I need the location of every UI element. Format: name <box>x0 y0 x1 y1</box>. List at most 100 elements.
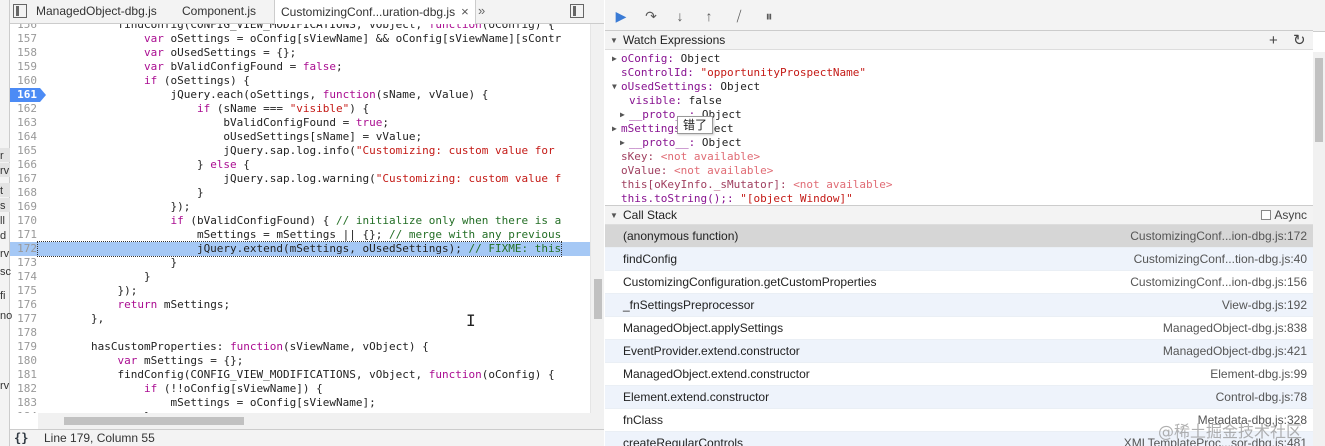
scrollbar-thumb[interactable] <box>594 279 602 319</box>
line-number[interactable]: 175 <box>10 284 37 298</box>
code-line[interactable]: 173 } <box>10 256 590 270</box>
watch-expression[interactable]: ▶ oConfig: Object <box>612 52 720 66</box>
code-line[interactable]: 176 return mSettings; <box>10 298 590 312</box>
watch-expression[interactable]: sControlId: "opportunityProspectName" <box>621 66 866 80</box>
call-frame[interactable]: _fnSettingsPreprocessor View-dbg.js:192 <box>605 294 1313 317</box>
line-number[interactable]: 167 <box>10 172 37 186</box>
step-over-icon[interactable]: ↷ <box>643 8 659 24</box>
pretty-print-button[interactable]: {} <box>14 430 28 446</box>
step-into-icon[interactable]: ↓ <box>672 8 688 24</box>
line-number[interactable]: 159 <box>10 60 37 74</box>
collapsed-triangle-icon[interactable]: ▶ <box>612 122 617 136</box>
code-line[interactable]: 164 oUsedSettings[sName] = vValue; <box>10 130 590 144</box>
code-line[interactable]: 160 if (oSettings) { <box>10 74 590 88</box>
line-number[interactable]: 160 <box>10 74 37 88</box>
line-number[interactable]: 179 <box>10 340 37 354</box>
tab-managedobject[interactable]: ManagedObject-dbg.js <box>30 0 163 24</box>
collapsed-triangle-icon[interactable]: ▶ <box>612 52 617 66</box>
editor-horizontal-scrollbar[interactable] <box>38 413 604 429</box>
toggle-debugger-icon[interactable] <box>570 4 584 18</box>
line-number[interactable]: 163 <box>10 116 37 130</box>
code-line[interactable]: 174 } <box>10 270 590 284</box>
watch-expression[interactable]: ▶ __proto__: Object <box>620 136 742 150</box>
collapse-triangle-icon[interactable]: ▼ <box>610 31 618 50</box>
line-number[interactable]: 178 <box>10 326 37 340</box>
call-frame[interactable]: ManagedObject.applySettings ManagedObject… <box>605 317 1313 340</box>
code-line[interactable]: 178 <box>10 326 590 340</box>
call-frame[interactable]: ManagedObject.extend.constructor Element-… <box>605 363 1313 386</box>
code-line[interactable]: 182 if (!!oConfig[sViewName]) { <box>10 382 590 396</box>
resume-icon[interactable]: ▶ <box>613 8 629 24</box>
code-line[interactable]: 161 jQuery.each(oSettings, function(sNam… <box>10 88 590 102</box>
code-line[interactable]: 171 mSettings = mSettings || {}; // merg… <box>10 228 590 242</box>
code-line[interactable]: 158 var oUsedSettings = {}; <box>10 46 590 60</box>
watch-expression[interactable]: ▼ oUsedSettings: Object <box>612 80 760 94</box>
line-number[interactable]: 165 <box>10 144 37 158</box>
scrollbar-thumb[interactable] <box>64 417 244 425</box>
call-frame[interactable]: Element.extend.constructor Control-dbg.js… <box>605 386 1313 409</box>
watch-expression[interactable]: this.toString();: "[object Window]" <box>621 192 853 204</box>
call-frame[interactable]: findConfig CustomizingConf...tion-dbg.js:… <box>605 248 1313 271</box>
line-number[interactable]: 184 <box>10 410 37 413</box>
code-line[interactable]: 181 findConfig(CONFIG_VIEW_MODIFICATIONS… <box>10 368 590 382</box>
expanded-triangle-icon[interactable]: ▼ <box>612 80 617 94</box>
code-line[interactable]: 166 } else { <box>10 158 590 172</box>
line-number[interactable]: 171 <box>10 228 37 242</box>
watch-expression[interactable]: visible: false <box>629 94 722 108</box>
line-number[interactable]: 176 <box>10 298 37 312</box>
code-line[interactable]: 162 if (sName === "visible") { <box>10 102 590 116</box>
code-line[interactable]: 177 }, <box>10 312 590 326</box>
sidebar-vertical-scrollbar[interactable] <box>1313 52 1325 446</box>
code-line[interactable]: 169 }); <box>10 200 590 214</box>
code-line[interactable]: 163 bValidConfigFound = true; <box>10 116 590 130</box>
checkbox-icon[interactable] <box>1261 210 1272 220</box>
frame-location-link[interactable]: Control-dbg.js:78 <box>1216 386 1307 409</box>
code-line[interactable]: 157 var oSettings = oConfig[sViewName] &… <box>10 32 590 46</box>
frame-location-link[interactable]: Element-dbg.js:99 <box>1210 363 1307 386</box>
code-line[interactable]: 179 hasCustomProperties: function(sViewN… <box>10 340 590 354</box>
step-out-icon[interactable]: ↑ <box>701 8 717 24</box>
watch-expression[interactable]: oValue: <not available> <box>621 164 773 178</box>
code-line[interactable]: 167 jQuery.sap.log.warning("Customizing:… <box>10 172 590 186</box>
add-expression-icon[interactable]: + <box>1269 31 1278 50</box>
line-number[interactable]: 168 <box>10 186 37 200</box>
more-tabs-button[interactable]: » <box>478 0 485 24</box>
deactivate-breakpoints-icon[interactable]: ⧸ <box>731 8 747 24</box>
line-number[interactable]: 172 <box>10 242 37 256</box>
tab-component[interactable]: Component.js <box>176 0 262 24</box>
line-number[interactable]: 164 <box>10 130 37 144</box>
current-execution-line[interactable]: 172 jQuery.extend(mSettings, oUsedSettin… <box>10 241 590 257</box>
pause-on-exceptions-icon[interactable]: ⏸ <box>761 8 777 24</box>
call-stack-header[interactable]: ▼ Call Stack Async <box>605 205 1313 225</box>
line-number[interactable]: 173 <box>10 256 37 270</box>
frame-location-link[interactable]: View-dbg.js:192 <box>1222 294 1307 317</box>
frame-location-link[interactable]: CustomizingConf...tion-dbg.js:40 <box>1134 248 1307 271</box>
collapsed-triangle-icon[interactable]: ▶ <box>620 108 625 122</box>
line-number[interactable]: 182 <box>10 382 37 396</box>
code-line[interactable]: 159 var bValidConfigFound = false; <box>10 60 590 74</box>
tab-customizing-configuration[interactable]: CustomizingConf...uration-dbg.js × <box>274 0 476 25</box>
code-line[interactable]: 170 if (bValidConfigFound) { // initiali… <box>10 214 590 228</box>
collapse-triangle-icon[interactable]: ▼ <box>610 206 618 225</box>
line-number[interactable]: 170 <box>10 214 37 228</box>
call-frame[interactable]: CustomizingConfiguration.getCustomProper… <box>605 271 1313 294</box>
line-number[interactable]: 180 <box>10 354 37 368</box>
close-tab-icon[interactable]: × <box>461 4 469 19</box>
scrollbar-thumb[interactable] <box>1315 58 1323 142</box>
line-number[interactable]: 166 <box>10 158 37 172</box>
refresh-icon[interactable]: ↻ <box>1293 31 1306 50</box>
frame-location-link[interactable]: ManagedObject-dbg.js:421 <box>1163 340 1307 363</box>
frame-location-link[interactable]: ManagedObject-dbg.js:838 <box>1163 317 1307 340</box>
code-line[interactable]: 180 var mSettings = {}; <box>10 354 590 368</box>
code-line[interactable]: 175 }); <box>10 284 590 298</box>
line-number[interactable]: 183 <box>10 396 37 410</box>
code-line[interactable]: 156 findConfig(CONFIG_VIEW_MODIFICATIONS… <box>10 24 590 32</box>
watch-expressions-header[interactable]: ▼ Watch Expressions + ↻ <box>605 30 1313 50</box>
code-editor[interactable]: 156 findConfig(CONFIG_VIEW_MODIFICATIONS… <box>10 24 590 413</box>
call-frame[interactable]: (anonymous function) CustomizingConf...io… <box>605 225 1313 248</box>
code-line[interactable]: 165 jQuery.sap.log.info("Customizing: cu… <box>10 144 590 158</box>
collapsed-triangle-icon[interactable]: ▶ <box>620 136 625 150</box>
line-number[interactable]: 157 <box>10 32 37 46</box>
frame-location-link[interactable]: CustomizingConf...ion-dbg.js:156 <box>1130 271 1307 294</box>
line-number[interactable]: 177 <box>10 312 37 326</box>
